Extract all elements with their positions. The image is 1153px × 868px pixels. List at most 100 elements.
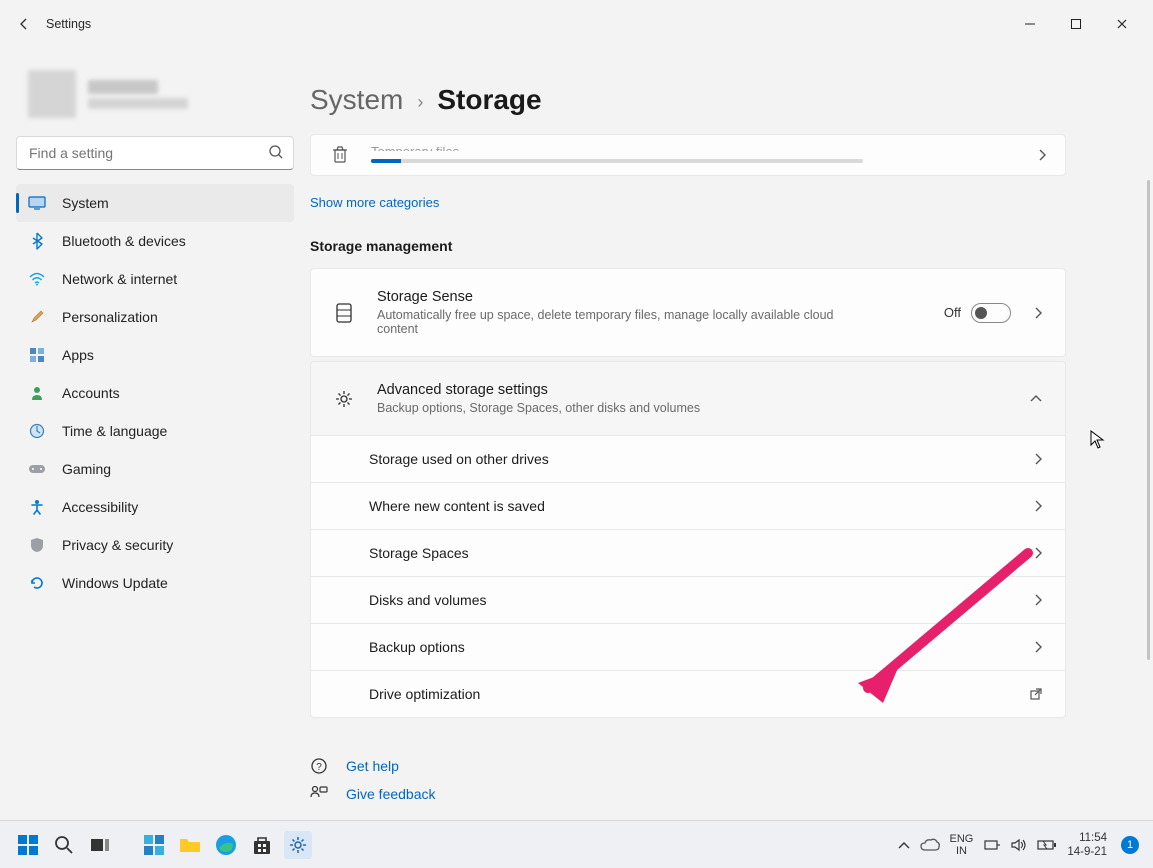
breadcrumb-parent[interactable]: System	[310, 84, 403, 116]
nav-label: Privacy & security	[62, 537, 173, 553]
account-block[interactable]	[16, 60, 294, 136]
advanced-desc: Backup options, Storage Spaces, other di…	[377, 401, 857, 415]
widgets-icon[interactable]	[140, 831, 168, 859]
nav-update[interactable]: Windows Update	[16, 564, 294, 602]
subrow-drive-optimization[interactable]: Drive optimization	[311, 670, 1065, 717]
taskview-icon[interactable]	[86, 831, 114, 859]
show-more-link[interactable]: Show more categories	[310, 195, 439, 210]
feedback-row[interactable]: Give feedback	[310, 780, 1066, 808]
external-link-icon	[1029, 687, 1043, 701]
trash-icon	[329, 144, 351, 166]
nav-time[interactable]: Time & language	[16, 412, 294, 450]
nav-personalization[interactable]: Personalization	[16, 298, 294, 336]
clock[interactable]: 11:54 14-9-21	[1067, 831, 1111, 859]
gamepad-icon	[28, 460, 46, 478]
subrow-new-content[interactable]: Where new content is saved	[311, 482, 1065, 529]
settings-task-icon[interactable]	[284, 831, 312, 859]
help-icon: ?	[310, 757, 328, 775]
chevron-up-icon	[1029, 394, 1043, 404]
advanced-storage-group: Advanced storage settings Backup options…	[310, 361, 1066, 718]
wifi-icon	[28, 270, 46, 288]
svg-text:?: ?	[316, 762, 322, 773]
nav-gaming[interactable]: Gaming	[16, 450, 294, 488]
scrollbar[interactable]	[1147, 180, 1150, 660]
advanced-storage-header[interactable]: Advanced storage settings Backup options…	[311, 362, 1065, 435]
subrow-disks-volumes[interactable]: Disks and volumes	[311, 576, 1065, 623]
explorer-icon[interactable]	[176, 831, 204, 859]
nav-label: System	[62, 195, 109, 211]
sidebar: System Bluetooth & devices Network & int…	[0, 48, 310, 818]
toggle-state: Off	[944, 305, 961, 320]
advanced-title: Advanced storage settings	[377, 382, 1007, 398]
nav-label: Windows Update	[62, 575, 168, 591]
nav-apps[interactable]: Apps	[16, 336, 294, 374]
nav-system[interactable]: System	[16, 184, 294, 222]
minimize-button[interactable]	[1007, 8, 1053, 40]
clock-time: 11:54	[1067, 831, 1107, 845]
search-box[interactable]	[16, 136, 294, 170]
storage-sense-title: Storage Sense	[377, 289, 922, 305]
subrow-label: Disks and volumes	[369, 592, 1033, 608]
search-input[interactable]	[16, 136, 294, 170]
battery-tray-icon[interactable]	[1037, 839, 1057, 851]
nav-label: Accessibility	[62, 499, 138, 515]
brush-icon	[28, 308, 46, 326]
get-help-link[interactable]: Get help	[346, 758, 399, 774]
storage-sense-toggle[interactable]	[971, 303, 1011, 323]
chevron-right-icon	[1033, 306, 1043, 320]
onedrive-icon[interactable]	[920, 838, 940, 852]
nav-privacy[interactable]: Privacy & security	[16, 526, 294, 564]
nav-label: Accounts	[62, 385, 120, 401]
storage-sense-row[interactable]: Storage Sense Automatically free up spac…	[311, 269, 1065, 356]
store-icon[interactable]	[248, 831, 276, 859]
nav-list: System Bluetooth & devices Network & int…	[16, 184, 294, 602]
subrow-label: Storage used on other drives	[369, 451, 1033, 467]
feedback-link[interactable]: Give feedback	[346, 786, 436, 802]
search-task-icon[interactable]	[50, 831, 78, 859]
nav-accounts[interactable]: Accounts	[16, 374, 294, 412]
update-icon	[28, 574, 46, 592]
volume-tray-icon[interactable]	[1011, 838, 1027, 852]
subrow-storage-spaces[interactable]: Storage Spaces	[311, 529, 1065, 576]
person-icon	[28, 384, 46, 402]
subrow-backup-options[interactable]: Backup options	[311, 623, 1065, 670]
display-icon	[28, 194, 46, 212]
mouse-cursor	[1090, 430, 1106, 450]
close-button[interactable]	[1099, 8, 1145, 40]
nav-label: Network & internet	[62, 271, 177, 287]
nav-label: Gaming	[62, 461, 111, 477]
apps-icon	[28, 346, 46, 364]
search-icon	[268, 144, 284, 160]
maximize-button[interactable]	[1053, 8, 1099, 40]
subrow-storage-other-drives[interactable]: Storage used on other drives	[311, 435, 1065, 482]
drive-icon	[333, 302, 355, 324]
chevron-right-icon	[1033, 452, 1043, 466]
main-panel: System › Storage Temporary files Show mo…	[310, 48, 1153, 818]
subrow-label: Where new content is saved	[369, 498, 1033, 514]
nav-network[interactable]: Network & internet	[16, 260, 294, 298]
subrow-label: Drive optimization	[369, 686, 1029, 702]
storage-sense-desc: Automatically free up space, delete temp…	[377, 308, 857, 336]
chevron-right-icon	[1033, 499, 1043, 513]
notification-badge[interactable]: 1	[1121, 836, 1139, 854]
feedback-icon	[310, 785, 328, 803]
chevron-right-icon	[1033, 640, 1043, 654]
tray-chevron-icon[interactable]	[898, 841, 910, 849]
back-button[interactable]	[8, 8, 40, 40]
get-help-row[interactable]: ? Get help	[310, 752, 1066, 780]
nav-accessibility[interactable]: Accessibility	[16, 488, 294, 526]
bluetooth-icon	[28, 232, 46, 250]
start-button[interactable]	[14, 831, 42, 859]
globe-clock-icon	[28, 422, 46, 440]
language-indicator[interactable]: ENG IN	[950, 833, 974, 857]
nav-bluetooth[interactable]: Bluetooth & devices	[16, 222, 294, 260]
storage-mgmt-header: Storage management	[310, 238, 1066, 254]
chevron-right-icon	[1033, 593, 1043, 607]
shield-icon	[28, 536, 46, 554]
network-tray-icon[interactable]	[983, 838, 1001, 852]
nav-label: Personalization	[62, 309, 158, 325]
edge-icon[interactable]	[212, 831, 240, 859]
temporary-files-card[interactable]: Temporary files	[310, 134, 1066, 176]
chevron-right-icon	[1023, 148, 1047, 162]
temp-right	[883, 151, 1003, 159]
